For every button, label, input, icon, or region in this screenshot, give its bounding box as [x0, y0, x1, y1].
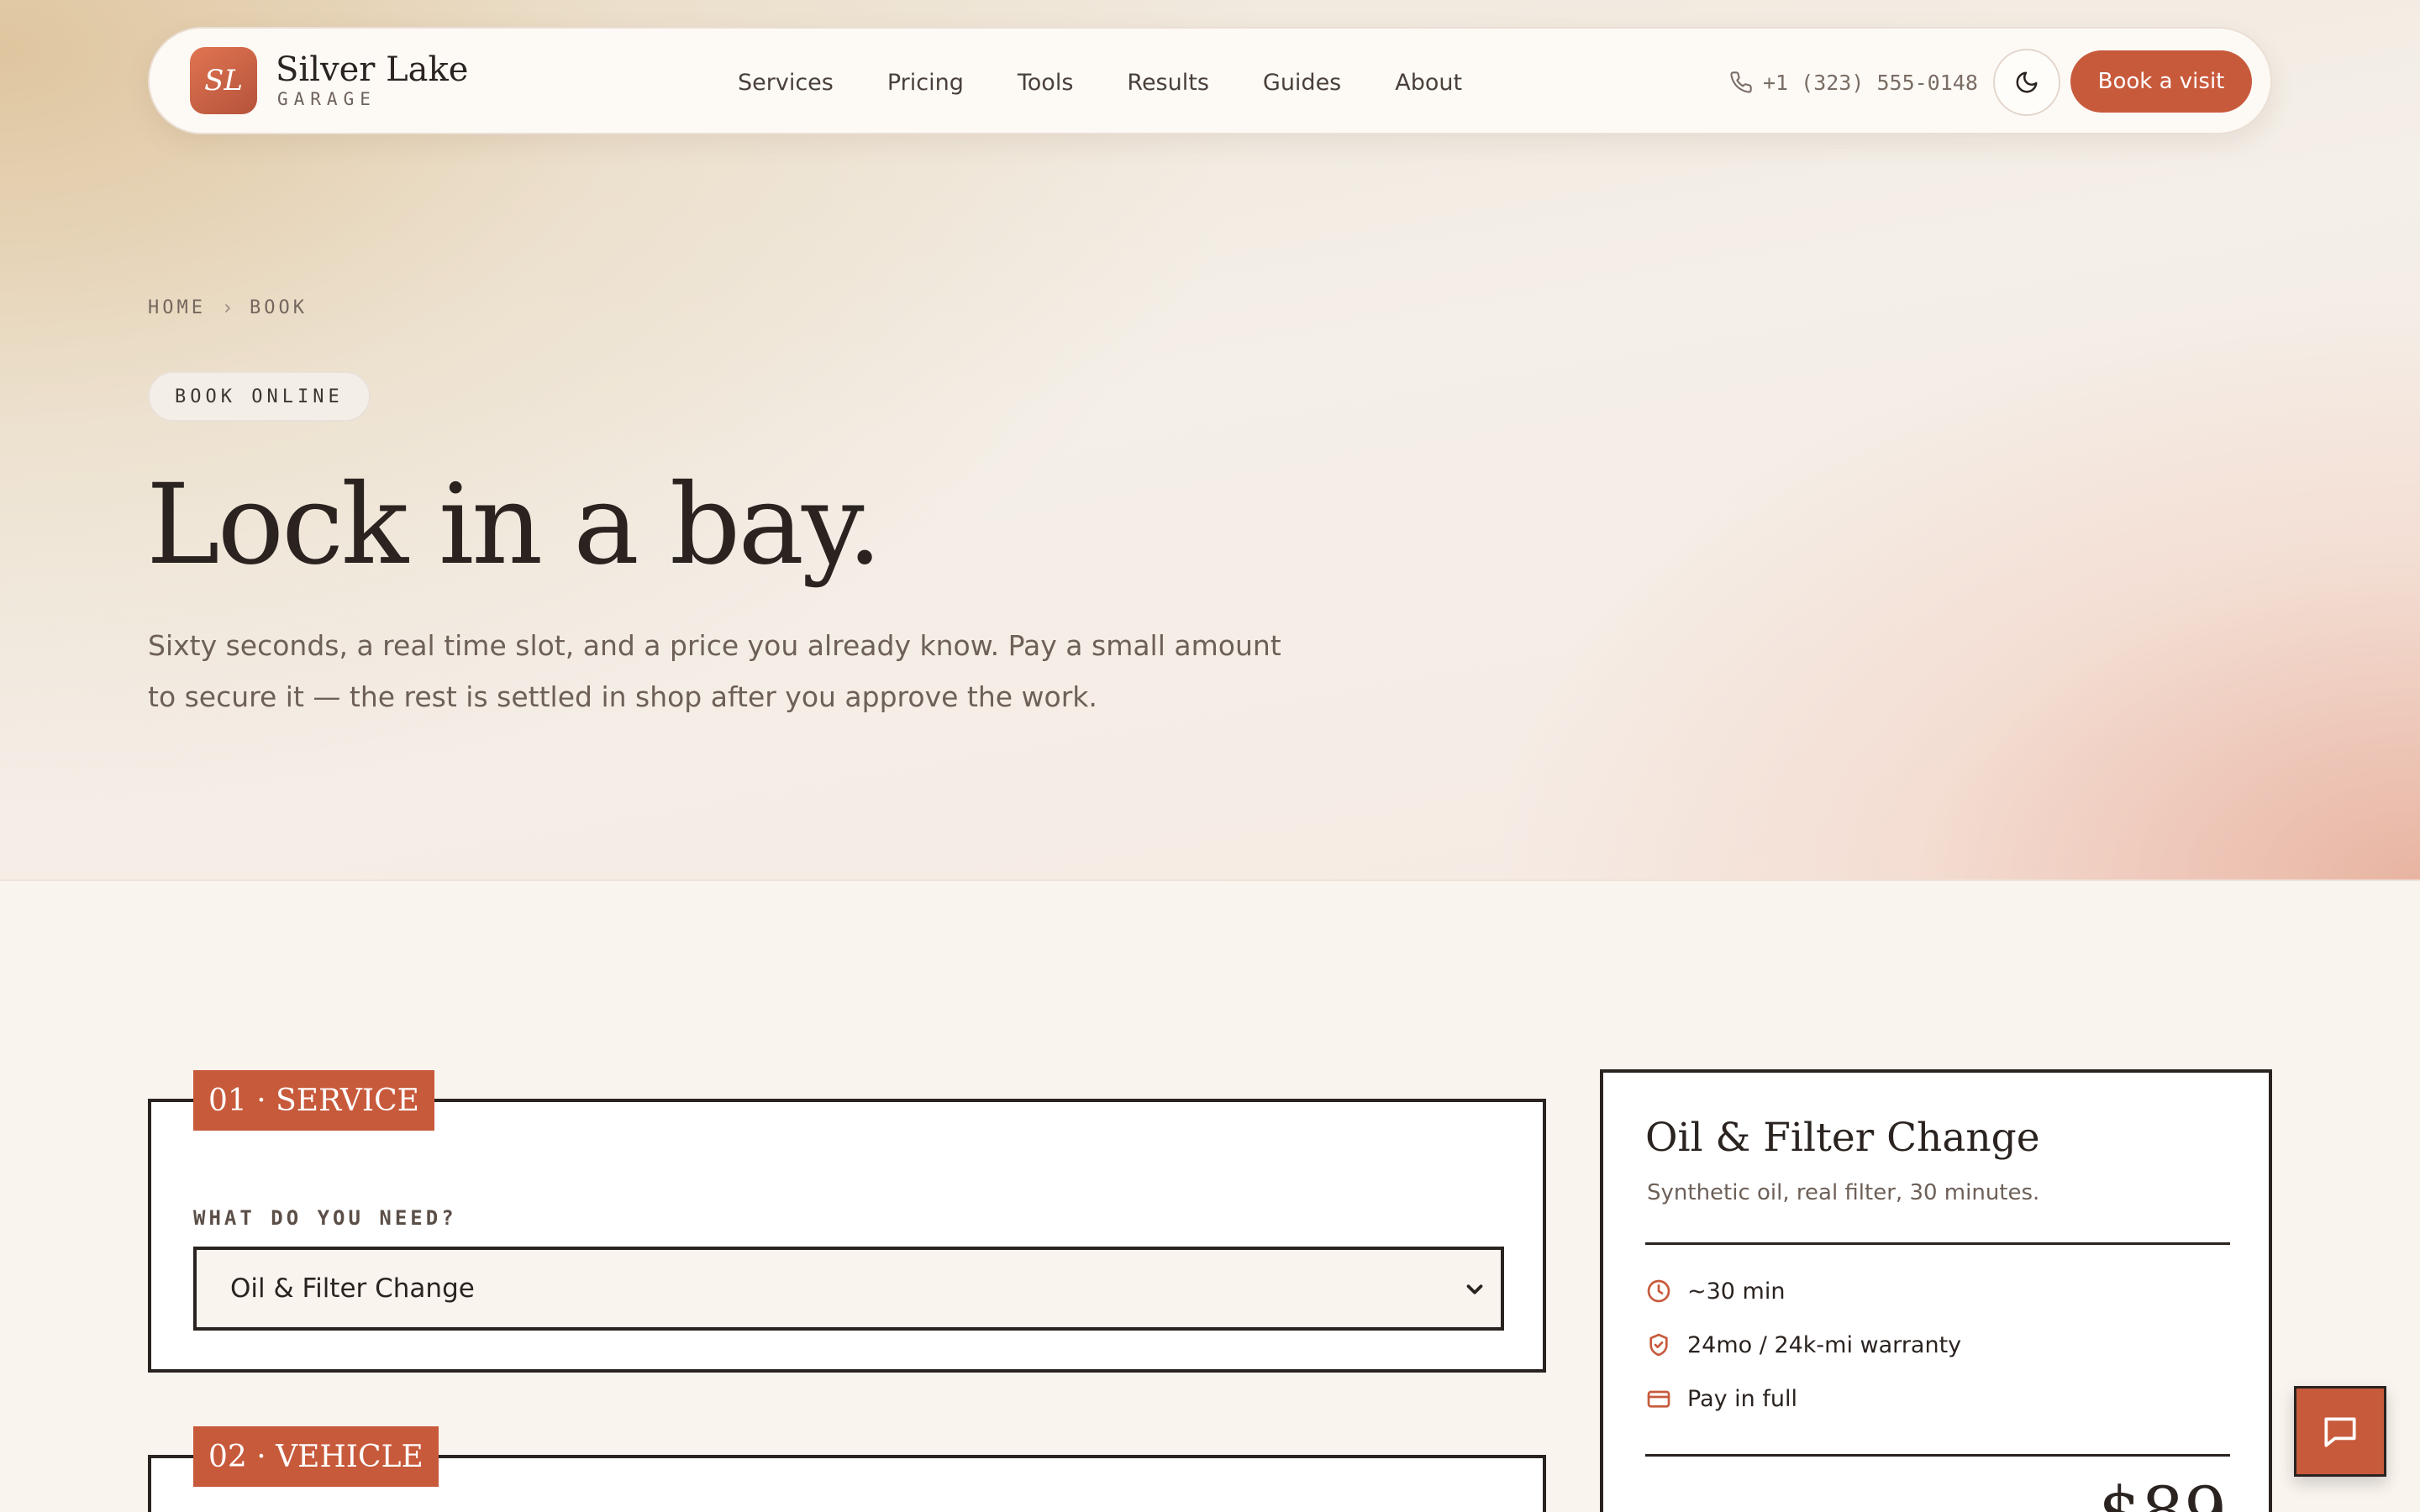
- service-section-tag: 01 · SERVICE: [193, 1070, 434, 1131]
- chevron-down-icon: [1466, 1284, 1483, 1294]
- top-nav: SL Silver Lake GARAGE Services Pricing T…: [148, 27, 2272, 134]
- chevron-right-icon: [225, 303, 230, 312]
- phone-link[interactable]: +1 (323) 555-0148: [1729, 29, 1978, 136]
- phone-number: +1 (323) 555-0148: [1763, 70, 1978, 95]
- nav-link-guides[interactable]: Guides: [1263, 70, 1341, 96]
- page-title: Lock in a bay.: [146, 460, 882, 590]
- breadcrumb: HOME BOOK: [148, 297, 308, 318]
- summary-subtitle: Synthetic oil, real filter, 30 minutes.: [1647, 1180, 2040, 1205]
- nav-link-tools[interactable]: Tools: [1018, 70, 1074, 96]
- nav-link-about[interactable]: About: [1395, 70, 1462, 96]
- credit-card-icon: [1647, 1390, 1670, 1408]
- summary-divider: [1645, 1242, 2230, 1245]
- summary-feature-payment: Pay in full: [1645, 1385, 1797, 1412]
- book-visit-button[interactable]: Book a visit: [2070, 50, 2252, 113]
- nav-links: Services Pricing Tools Results Guides Ab…: [738, 29, 1462, 136]
- page-subtitle: Sixty seconds, a real time slot, and a p…: [148, 629, 1281, 713]
- breadcrumb-home[interactable]: HOME: [148, 297, 206, 318]
- nav-link-results[interactable]: Results: [1127, 70, 1209, 96]
- service-field-label: WHAT DO YOU NEED?: [193, 1206, 457, 1230]
- chat-button[interactable]: [2294, 1386, 2386, 1477]
- summary-divider: [1645, 1454, 2230, 1457]
- summary-feature-duration: ~30 min: [1645, 1278, 1785, 1305]
- service-select[interactable]: Oil & Filter Change: [193, 1247, 1504, 1331]
- logo-mark[interactable]: SL: [190, 47, 257, 114]
- theme-toggle-button[interactable]: [1993, 49, 2060, 116]
- booking-summary-card: Oil & Filter Change Synthetic oil, real …: [1600, 1069, 2272, 1512]
- shield-check-icon: [1649, 1333, 1668, 1357]
- vehicle-section-tag: 02 · VEHICLE: [193, 1426, 439, 1487]
- summary-price: $89: [2098, 1473, 2227, 1512]
- summary-feature-text: ~30 min: [1687, 1278, 1786, 1305]
- nav-link-pricing[interactable]: Pricing: [887, 70, 964, 96]
- service-select-value: Oil & Filter Change: [230, 1273, 475, 1304]
- nav-link-services[interactable]: Services: [738, 70, 834, 96]
- service-section: 01 · SERVICE WHAT DO YOU NEED? Oil & Fil…: [148, 1070, 1546, 1373]
- book-online-badge: BOOK ONLINE: [148, 371, 371, 422]
- phone-icon: [1730, 71, 1752, 93]
- brand-name[interactable]: Silver Lake: [276, 50, 468, 89]
- breadcrumb-book: BOOK: [249, 297, 308, 318]
- moon-icon: [2016, 71, 2038, 93]
- summary-feature-text: 24mo / 24k-mi warranty: [1687, 1331, 1962, 1358]
- chat-bubble-icon: [2324, 1417, 2356, 1447]
- summary-feature-warranty: 24mo / 24k-mi warranty: [1645, 1331, 1961, 1358]
- vehicle-section: 02 · VEHICLE: [148, 1426, 1546, 1512]
- brand-subtitle: GARAGE: [277, 89, 376, 109]
- clock-icon: [1647, 1279, 1670, 1303]
- summary-feature-text: Pay in full: [1687, 1385, 1797, 1412]
- summary-title: Oil & Filter Change: [1645, 1115, 2040, 1161]
